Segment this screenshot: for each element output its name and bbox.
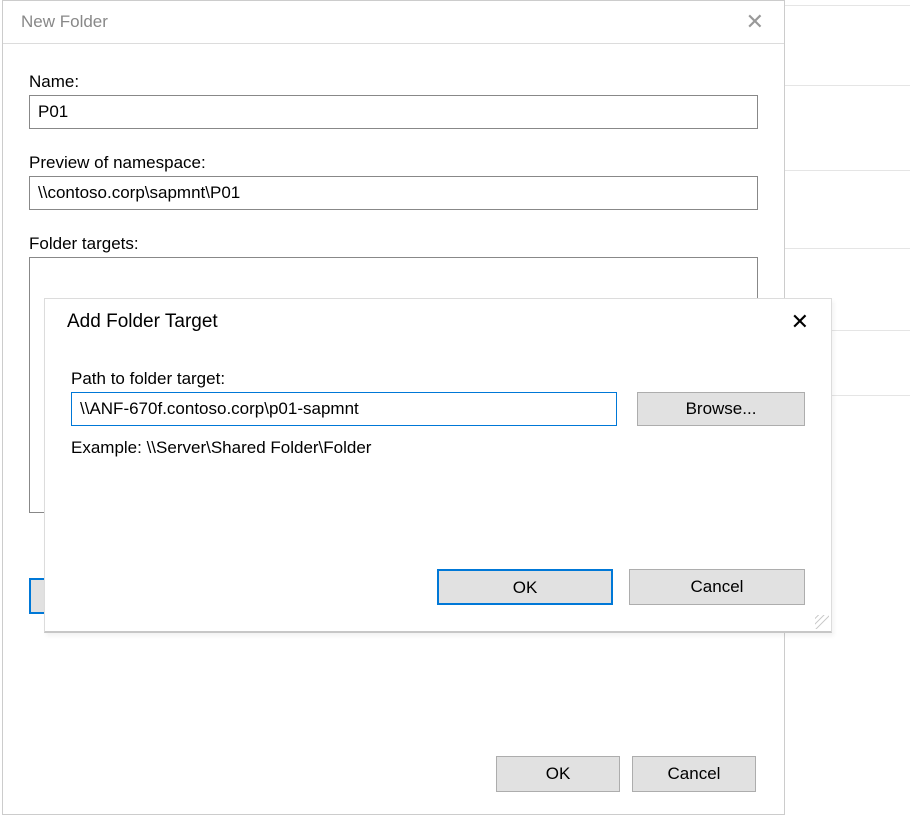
cancel-button[interactable]: Cancel	[632, 756, 756, 792]
example-text: Example: \\Server\Shared Folder\Folder	[71, 438, 805, 458]
cancel-button[interactable]: Cancel	[629, 569, 805, 605]
close-icon[interactable]: ✕	[779, 311, 821, 333]
button-row: OK Cancel	[3, 756, 784, 792]
titlebar[interactable]: New Folder ✕	[3, 1, 784, 44]
ok-button[interactable]: OK	[437, 569, 613, 605]
folder-targets-label: Folder targets:	[29, 234, 758, 254]
bg-row	[784, 248, 910, 249]
path-label: Path to folder target:	[71, 369, 805, 389]
browse-button[interactable]: Browse...	[637, 392, 805, 426]
preview-output	[29, 176, 758, 210]
resize-grip-icon[interactable]	[815, 615, 829, 629]
dialog-body: Path to folder target: Browse... Example…	[45, 345, 831, 468]
bg-row	[784, 85, 910, 86]
dialog-title: New Folder	[21, 12, 736, 32]
titlebar[interactable]: Add Folder Target ✕	[45, 299, 831, 345]
path-input[interactable]	[71, 392, 617, 426]
dialog-title: Add Folder Target	[67, 311, 779, 333]
path-row: Browse...	[71, 392, 805, 426]
bg-row	[784, 5, 910, 6]
bg-row	[784, 170, 910, 171]
close-icon[interactable]: ✕	[736, 11, 774, 33]
preview-label: Preview of namespace:	[29, 153, 758, 173]
add-folder-target-dialog: Add Folder Target ✕ Path to folder targe…	[44, 298, 832, 633]
name-label: Name:	[29, 72, 758, 92]
ok-button[interactable]: OK	[496, 756, 620, 792]
button-row: OK Cancel	[437, 569, 805, 605]
name-input[interactable]	[29, 95, 758, 129]
